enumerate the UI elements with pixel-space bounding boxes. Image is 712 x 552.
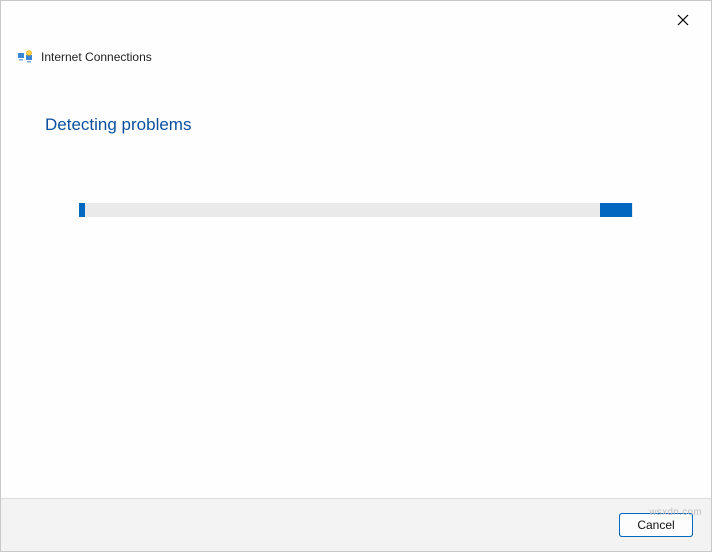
network-troubleshooter-icon <box>17 49 33 65</box>
troubleshooter-window: Internet Connections Detecting problems … <box>0 0 712 552</box>
progress-container <box>45 203 667 217</box>
dialog-header: Internet Connections <box>1 37 711 75</box>
close-button[interactable] <box>667 7 699 35</box>
cancel-button[interactable]: Cancel <box>619 513 693 537</box>
dialog-title: Internet Connections <box>41 50 152 64</box>
close-icon <box>677 14 689 29</box>
titlebar <box>1 1 711 37</box>
progress-segment <box>79 203 85 217</box>
dialog-footer: Cancel <box>1 498 711 551</box>
progress-segment <box>600 203 632 217</box>
page-heading: Detecting problems <box>45 115 667 135</box>
progress-bar <box>79 203 633 217</box>
dialog-content: Detecting problems <box>1 75 711 498</box>
